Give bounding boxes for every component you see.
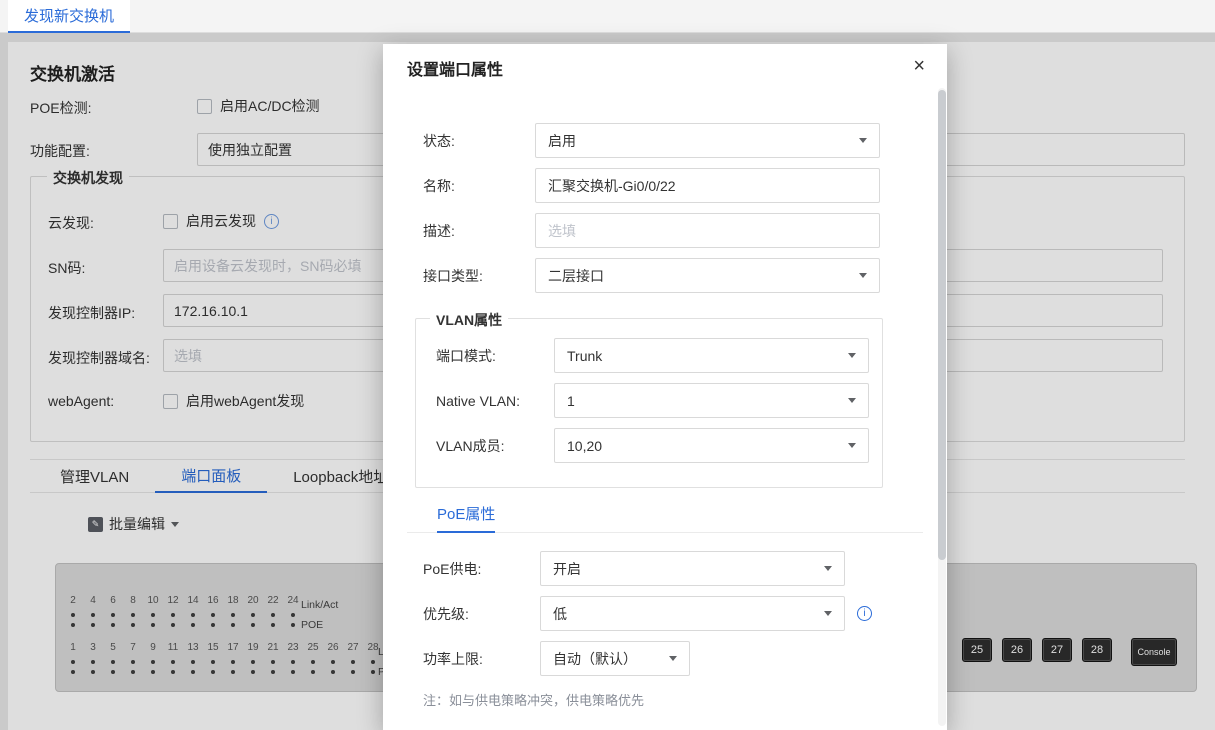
modal-form: 状态: 启用 名称: 描述: 接口类型: 二层接口 bbox=[383, 123, 947, 709]
status-select[interactable]: 启用 bbox=[535, 123, 880, 158]
name-input[interactable] bbox=[535, 168, 880, 203]
info-icon[interactable]: i bbox=[857, 606, 872, 621]
iface-type-label: 接口类型: bbox=[423, 267, 483, 284]
vlan-members-row: VLAN成员: 10,20 bbox=[436, 428, 882, 463]
chevron-down-icon bbox=[859, 138, 867, 143]
poe-tab-row: PoE属性 bbox=[407, 503, 923, 533]
iface-type-value: 二层接口 bbox=[548, 267, 604, 284]
priority-select[interactable]: 低 bbox=[540, 596, 845, 631]
power-limit-value: 自动（默认） bbox=[553, 650, 637, 667]
power-limit-row: 功率上限: 自动（默认） bbox=[423, 641, 947, 676]
name-row: 名称: bbox=[423, 168, 947, 203]
status-row: 状态: 启用 bbox=[423, 123, 947, 158]
close-icon[interactable]: × bbox=[913, 56, 925, 76]
desc-input[interactable] bbox=[535, 213, 880, 248]
desc-row: 描述: bbox=[423, 213, 947, 248]
power-limit-select[interactable]: 自动（默认） bbox=[540, 641, 690, 676]
scrollbar-thumb[interactable] bbox=[938, 90, 946, 560]
vlan-properties-fieldset: VLAN属性 端口模式: Trunk Native VLAN: 1 VLAN成员… bbox=[415, 310, 883, 488]
tab-discover-new-switch[interactable]: 发现新交换机 bbox=[8, 0, 131, 33]
modal-title: 设置端口属性 bbox=[407, 62, 504, 79]
port-mode-row: 端口模式: Trunk bbox=[436, 338, 882, 373]
chevron-down-icon bbox=[848, 443, 856, 448]
poe-supply-row: PoE供电: 开启 bbox=[423, 551, 947, 586]
poe-supply-select[interactable]: 开启 bbox=[540, 551, 845, 586]
status-value: 启用 bbox=[548, 132, 576, 149]
chevron-down-icon bbox=[824, 611, 832, 616]
vlan-properties-legend: VLAN属性 bbox=[430, 310, 509, 330]
port-mode-label: 端口模式: bbox=[436, 347, 496, 364]
name-label: 名称: bbox=[423, 177, 455, 194]
vlan-members-value: 10,20 bbox=[567, 437, 603, 454]
screen: 发现新交换机 交换机激活 POE检测: 启用AC/DC检测 功能配置: 交换机发… bbox=[0, 0, 1215, 730]
vlan-members-select[interactable]: 10,20 bbox=[554, 428, 869, 463]
poe-note: 注：如与供电策略冲突，供电策略优先 bbox=[423, 693, 645, 708]
status-label: 状态: bbox=[423, 132, 455, 149]
port-properties-modal: 设置端口属性 × 状态: 启用 名称: 描述: 接口类型: bbox=[383, 44, 947, 730]
poe-supply-label: PoE供电: bbox=[423, 560, 482, 577]
port-mode-value: Trunk bbox=[567, 347, 603, 364]
port-mode-select[interactable]: Trunk bbox=[554, 338, 869, 373]
native-vlan-label: Native VLAN: bbox=[436, 392, 521, 409]
power-limit-label: 功率上限: bbox=[423, 650, 483, 667]
top-tab-bar: 发现新交换机 bbox=[0, 0, 1215, 33]
chevron-down-icon bbox=[669, 656, 677, 661]
iface-type-select[interactable]: 二层接口 bbox=[535, 258, 880, 293]
iface-type-row: 接口类型: 二层接口 bbox=[423, 258, 947, 293]
chevron-down-icon bbox=[824, 566, 832, 571]
poe-supply-value: 开启 bbox=[553, 560, 581, 577]
priority-value: 低 bbox=[553, 605, 567, 622]
priority-label: 优先级: bbox=[423, 605, 469, 622]
chevron-down-icon bbox=[859, 273, 867, 278]
modal-scrollbar[interactable] bbox=[938, 88, 946, 726]
chevron-down-icon bbox=[848, 353, 856, 358]
native-vlan-select[interactable]: 1 bbox=[554, 383, 869, 418]
native-vlan-row: Native VLAN: 1 bbox=[436, 383, 882, 418]
native-vlan-value: 1 bbox=[567, 392, 575, 409]
desc-label: 描述: bbox=[423, 222, 455, 239]
vlan-members-label: VLAN成员: bbox=[436, 437, 505, 454]
chevron-down-icon bbox=[848, 398, 856, 403]
poe-form: PoE供电: 开启 优先级: 低 i 功率上限: 自动（默认） 注：如与供电策略… bbox=[383, 551, 947, 709]
priority-row: 优先级: 低 i bbox=[423, 596, 947, 631]
tab-poe-properties[interactable]: PoE属性 bbox=[437, 503, 496, 533]
